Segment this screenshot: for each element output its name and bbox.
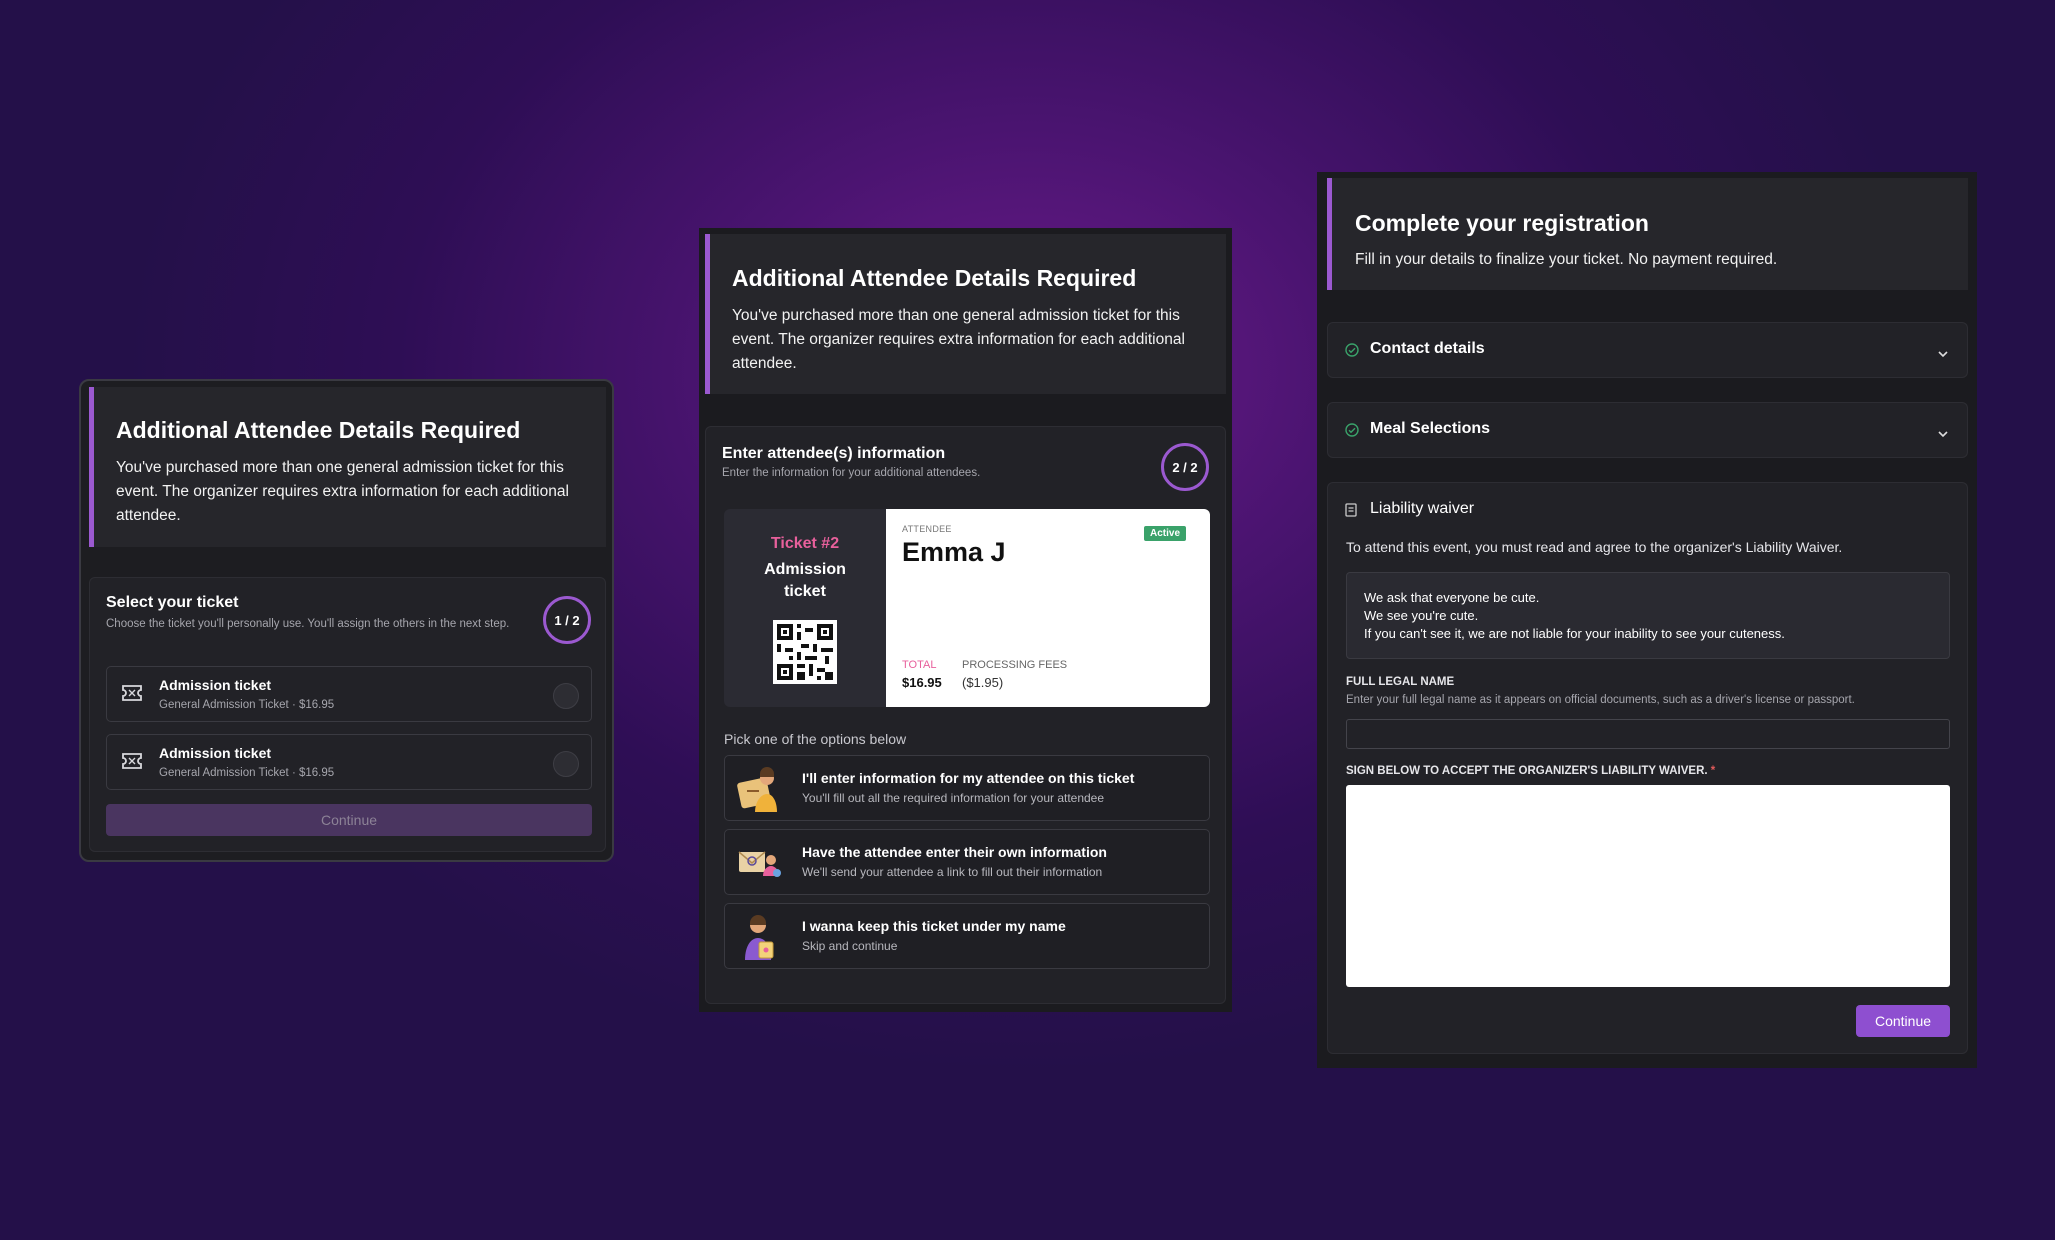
qr-code-icon [773, 620, 837, 684]
select-ticket-panel: Additional Attendee Details Required You… [79, 379, 614, 862]
check-circle-icon [1345, 343, 1359, 362]
status-badge: Active [1144, 526, 1187, 541]
ticket-stub: Ticket #2 Admission ticket [724, 509, 886, 707]
signature-pad[interactable] [1346, 785, 1950, 987]
waiver-text-box: We ask that everyone be cute. We see you… [1346, 572, 1950, 659]
header-description: You've purchased more than one general a… [116, 459, 569, 524]
ticket-description: General Admission Ticket · $16.95 [159, 767, 335, 779]
step-indicator: 1 / 2 [543, 596, 591, 644]
chevron-down-icon[interactable] [1937, 345, 1949, 363]
continue-button[interactable]: Continue [1856, 1005, 1950, 1037]
option-title: Have the attendee enter their own inform… [802, 844, 1107, 860]
ticket-card: Ticket #2 Admission ticket ATTENDEE Emma… [724, 509, 1210, 707]
ticket-type: Admission ticket [764, 561, 846, 600]
fees-value: ($1.95) [962, 675, 1004, 690]
ticket-name: Admission ticket [159, 745, 272, 761]
section-title: Enter attendee(s) information [722, 445, 946, 462]
attendee-label: ATTENDEE [902, 524, 952, 534]
section-title: Liability waiver [1370, 500, 1475, 517]
ticket-name: Admission ticket [159, 677, 272, 693]
select-ticket-card: Select your ticket Choose the ticket you… [89, 577, 606, 852]
ticket-icon [121, 751, 143, 776]
ticket-radio[interactable] [553, 683, 579, 709]
option-subtitle: You'll fill out all the required informa… [802, 791, 1105, 805]
ticket-description: General Admission Ticket · $16.95 [159, 699, 335, 711]
document-icon [1345, 503, 1357, 522]
section-subtitle: Enter the information for your additiona… [722, 467, 981, 479]
options-prompt: Pick one of the options below [724, 731, 907, 747]
section-liability-waiver: Liability waiver To attend this event, y… [1327, 482, 1968, 1054]
attendee-name: Emma J [902, 537, 1006, 567]
section-title: Meal Selections [1370, 420, 1491, 437]
continue-button[interactable]: Continue [106, 804, 592, 836]
required-marker: * [1710, 765, 1716, 777]
panel-header: Additional Attendee Details Required You… [705, 234, 1226, 394]
send-link-icon [737, 840, 783, 886]
full-name-label: FULL LEGAL NAME [1346, 676, 1455, 688]
section-title: Contact details [1370, 340, 1485, 357]
waiver-intro: To attend this event, you must read and … [1346, 539, 1843, 555]
section-contact-details[interactable]: Contact details [1327, 322, 1968, 378]
page-title: Additional Attendee Details Required [116, 417, 521, 443]
fees-label: PROCESSING FEES [962, 659, 1068, 671]
person-ticket-icon [737, 914, 783, 960]
ticket-main: ATTENDEE Emma J Active TOTAL $16.95 PROC… [886, 509, 1210, 707]
panel-header: Complete your registration Fill in your … [1327, 178, 1968, 290]
option-send-link[interactable]: Have the attendee enter their own inform… [724, 829, 1210, 895]
page-title: Complete your registration [1355, 210, 1649, 236]
section-title: Select your ticket [106, 594, 239, 611]
ticket-number: Ticket #2 [770, 535, 840, 552]
page-title: Additional Attendee Details Required [732, 265, 1137, 291]
ticket-option[interactable]: Admission ticket General Admission Ticke… [106, 734, 592, 790]
registration-panel: Complete your registration Fill in your … [1317, 172, 1977, 1068]
option-title: I'll enter information for my attendee o… [802, 770, 1135, 786]
full-name-input[interactable] [1346, 719, 1950, 749]
option-subtitle: Skip and continue [802, 939, 898, 953]
option-keep-ticket[interactable]: I wanna keep this ticket under my name S… [724, 903, 1210, 969]
header-description: Fill in your details to finalize your ti… [1355, 251, 1778, 268]
check-circle-icon [1345, 423, 1359, 442]
option-subtitle: We'll send your attendee a link to fill … [802, 865, 1103, 879]
total-value: $16.95 [902, 675, 942, 690]
panel-header: Additional Attendee Details Required You… [89, 387, 606, 547]
attendee-info-panel: Additional Attendee Details Required You… [699, 228, 1232, 1012]
chevron-down-icon[interactable] [1937, 425, 1949, 443]
person-writing-icon [737, 766, 783, 812]
ticket-option[interactable]: Admission ticket General Admission Ticke… [106, 666, 592, 722]
header-description: You've purchased more than one general a… [732, 307, 1185, 372]
option-enter-info[interactable]: I'll enter information for my attendee o… [724, 755, 1210, 821]
attendee-card: Enter attendee(s) information Enter the … [705, 426, 1226, 1004]
signature-label: SIGN BELOW TO ACCEPT THE ORGANIZER'S LIA… [1346, 765, 1716, 777]
total-label: TOTAL [902, 659, 937, 671]
section-meal-selections[interactable]: Meal Selections [1327, 402, 1968, 458]
option-title: I wanna keep this ticket under my name [802, 918, 1066, 934]
full-name-help: Enter your full legal name as it appears… [1346, 694, 1855, 706]
section-subtitle: Choose the ticket you'll personally use.… [106, 618, 510, 630]
ticket-icon [121, 683, 143, 708]
step-indicator: 2 / 2 [1161, 443, 1209, 491]
ticket-radio[interactable] [553, 751, 579, 777]
